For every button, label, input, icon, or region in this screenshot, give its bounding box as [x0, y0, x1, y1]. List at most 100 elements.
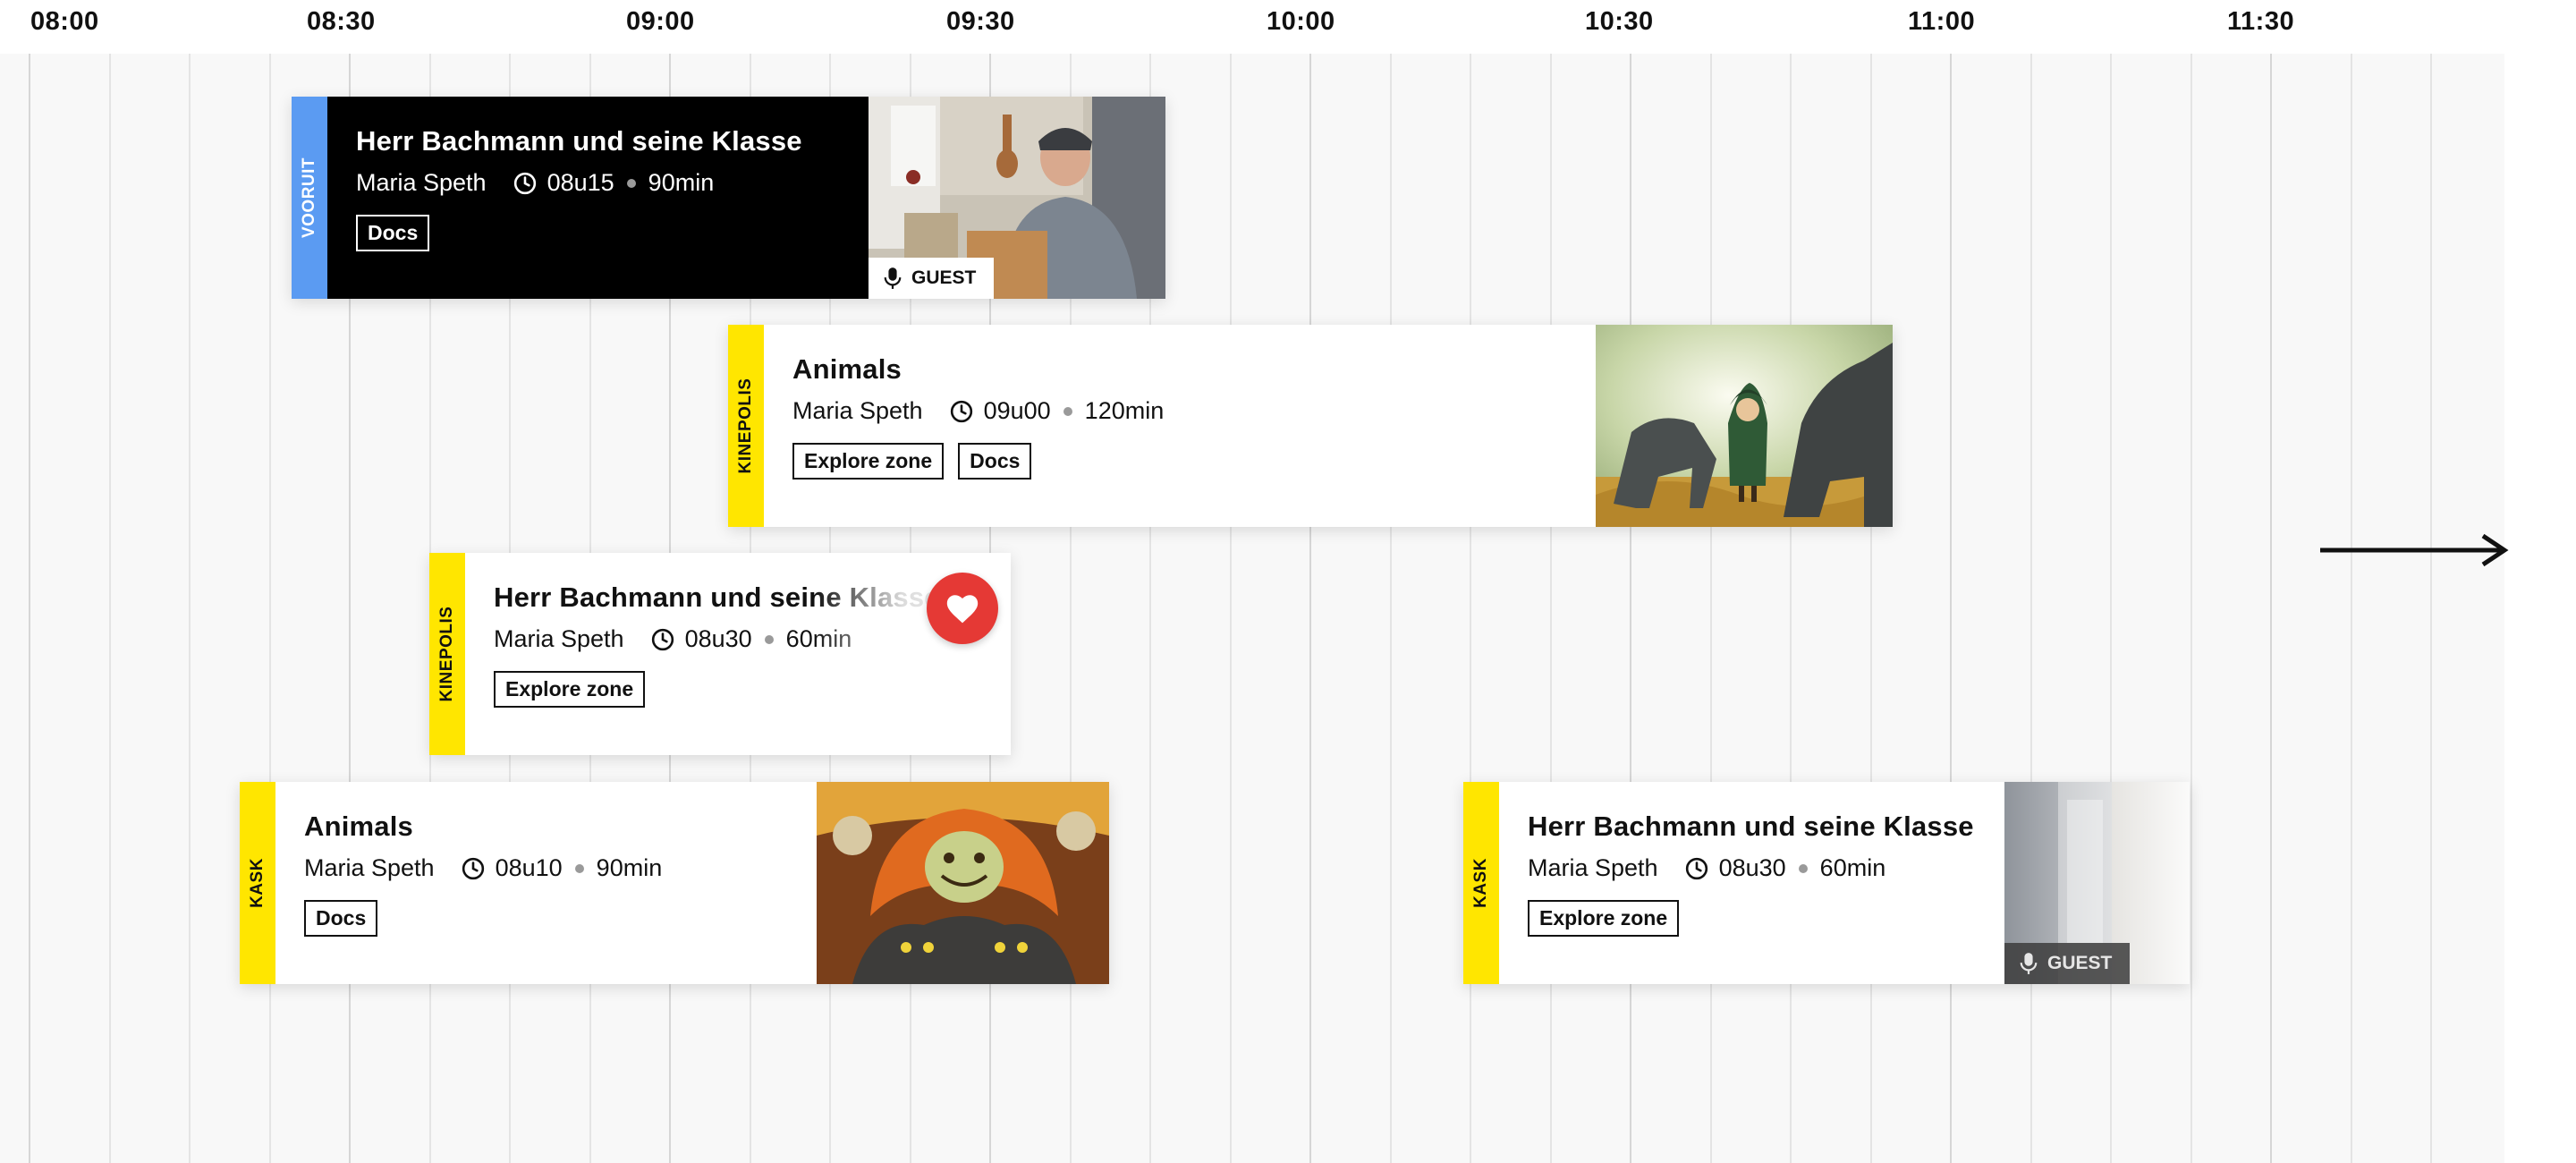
time-label-1000: 10:00 [1267, 7, 1335, 36]
tag-explore-zone[interactable]: Explore zone [1528, 900, 1680, 937]
event-tags: Explore zone [494, 671, 646, 708]
timeline-gridline [1950, 54, 1952, 1163]
timeline-gridline [1230, 54, 1232, 1163]
event-director: Maria Speth [1528, 854, 1658, 881]
event-tags: Explore zone [1528, 900, 1680, 937]
time-label-0800: 08:00 [30, 7, 99, 36]
event-time: 08u15 [547, 169, 614, 196]
separator-dot [1063, 406, 1072, 416]
event-duration: 120min [1084, 397, 1165, 424]
event-card[interactable]: KASK Animals Maria Speth 08u10 90min Doc… [240, 782, 1109, 984]
timeline-gridline [2430, 54, 2432, 1163]
event-title: Herr Bachmann und seine Klasse [356, 125, 802, 157]
separator-dot [1798, 863, 1808, 873]
venue-strip: KASK [1463, 782, 1499, 984]
event-card[interactable]: VOORUIT Herr Bachmann und seine Klasse M… [292, 97, 1165, 299]
tag-docs[interactable]: Docs [356, 215, 430, 251]
timeline-gridline [1390, 54, 1392, 1163]
microphone-icon [2020, 953, 2038, 974]
timeline-gridline [2270, 54, 2272, 1163]
event-thumbnail [1596, 325, 1893, 527]
event-director: Maria Speth [494, 625, 624, 652]
event-duration: 90min [596, 854, 663, 881]
event-card[interactable]: KASK Herr Bachmann und seine Klasse Mari… [1463, 782, 2190, 984]
venue-strip: KINEPOLIS [728, 325, 764, 527]
event-tags: Docs [304, 900, 378, 937]
separator-dot [574, 863, 584, 873]
schedule-timeline: 08:00 08:30 09:00 09:30 10:00 10:30 11:0… [0, 0, 2576, 1163]
event-time: 08u30 [1718, 854, 1786, 881]
venue-label: KASK [248, 858, 267, 908]
event-duration: 90min [648, 169, 715, 196]
tag-explore-zone[interactable]: Explore zone [792, 443, 945, 480]
event-duration: 60min [1819, 854, 1886, 881]
tag-explore-zone[interactable]: Explore zone [494, 671, 646, 708]
clock-icon [950, 400, 972, 422]
event-thumbnail: GUEST [2004, 782, 2190, 984]
venue-label: VOORUIT [300, 157, 318, 239]
event-card[interactable]: KINEPOLIS Herr Bachmann und seine Klasse… [429, 553, 1011, 755]
time-label-1100: 11:00 [1908, 7, 1976, 36]
microphone-icon [884, 267, 902, 289]
timeline-gridline [1710, 54, 1712, 1163]
timeline-gridline [29, 54, 30, 1163]
tag-docs[interactable]: Docs [958, 443, 1032, 480]
event-title: Animals [304, 811, 413, 842]
favorite-button[interactable] [927, 573, 998, 644]
wolves-illustration [1596, 325, 1893, 527]
event-title: Herr Bachmann und seine Klasse [1528, 811, 1974, 842]
venue-label: KINEPOLIS [437, 606, 456, 702]
event-time: 09u00 [983, 397, 1051, 424]
event-director: Maria Speth [304, 854, 435, 881]
event-director: Maria Speth [792, 397, 923, 424]
tag-docs[interactable]: Docs [304, 900, 378, 937]
venue-strip: VOORUIT [292, 97, 327, 299]
separator-dot [626, 178, 636, 188]
guest-badge: GUEST [2004, 943, 2131, 984]
time-label-0830: 08:30 [307, 7, 376, 36]
guest-label: GUEST [2047, 953, 2113, 973]
venue-label: KINEPOLIS [736, 378, 755, 474]
timeline-gridline [189, 54, 191, 1163]
timeline-gridline [1550, 54, 1552, 1163]
timeline-gridline [1470, 54, 1471, 1163]
clock-icon [651, 628, 674, 650]
event-title: Animals [792, 353, 902, 385]
venue-strip: KASK [240, 782, 275, 984]
timeline-gridline [1790, 54, 1792, 1163]
heart-icon [946, 595, 979, 624]
venue-label: KASK [1471, 858, 1490, 908]
timeline-gridline [2110, 54, 2112, 1163]
timeline-gridline [2030, 54, 2032, 1163]
time-label-0900: 09:00 [626, 7, 695, 36]
venue-strip: KINEPOLIS [429, 553, 465, 755]
time-label-1130: 11:30 [2227, 7, 2295, 36]
guest-label: GUEST [911, 267, 977, 288]
event-card[interactable]: KINEPOLIS Animals Maria Speth 09u00 120m… [728, 325, 1893, 527]
timeline-gridline [2190, 54, 2192, 1163]
event-tags: Docs [356, 215, 430, 251]
witch-illustration [817, 782, 1109, 984]
event-time: 08u10 [495, 854, 563, 881]
timeline-gridline [1870, 54, 1872, 1163]
event-director: Maria Speth [356, 169, 487, 196]
timeline-gridline [2351, 54, 2352, 1163]
event-thumbnail: GUEST [869, 97, 1165, 299]
event-meta: Maria Speth 08u10 90min [304, 854, 662, 882]
arrow-right-icon[interactable] [2317, 532, 2513, 568]
event-meta: Maria Speth 08u15 90min [356, 169, 714, 197]
guest-badge: GUEST [869, 258, 995, 299]
clock-icon [1685, 857, 1707, 879]
separator-dot [764, 634, 774, 644]
timeline-gridline [1630, 54, 1631, 1163]
event-meta: Maria Speth 08u30 60min [1528, 854, 1885, 882]
time-label-1030: 10:30 [1585, 7, 1654, 36]
clock-icon [513, 172, 536, 194]
event-tags: Explore zone Docs [792, 443, 1032, 480]
time-label-0930: 09:30 [946, 7, 1015, 36]
event-time: 08u30 [684, 625, 752, 652]
timeline-gridline [269, 54, 271, 1163]
event-thumbnail [817, 782, 1109, 984]
timeline-gridline [109, 54, 111, 1163]
clock-icon [462, 857, 484, 879]
